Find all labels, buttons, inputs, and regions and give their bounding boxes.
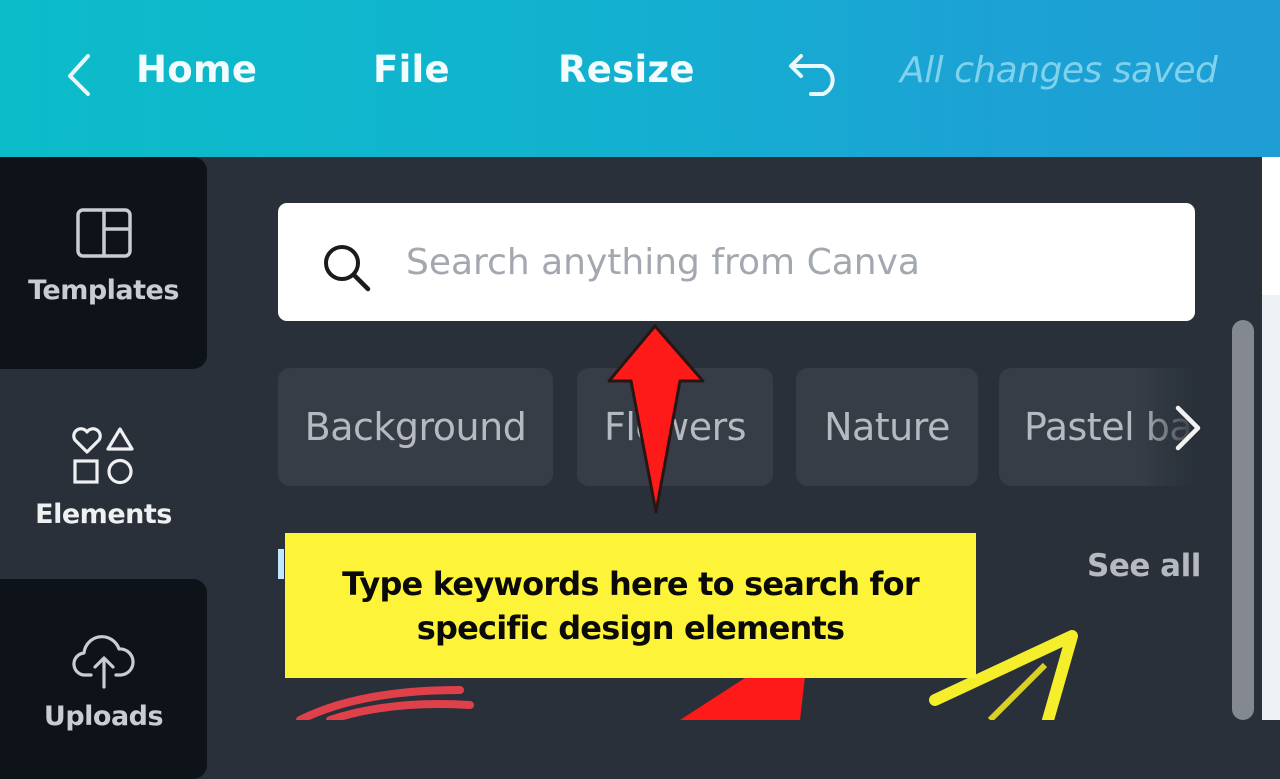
search-icon: [324, 245, 371, 292]
templates-layout-icon: [75, 208, 132, 258]
suggestion-chip-background[interactable]: Background: [278, 368, 553, 486]
sidebar-item-label: Templates: [28, 275, 179, 306]
cloud-upload-icon: [71, 635, 135, 689]
file-menu-button[interactable]: File: [373, 48, 450, 91]
chevron-right-icon[interactable]: [1168, 400, 1208, 456]
resize-button[interactable]: Resize: [558, 48, 695, 91]
shapes-icon: [71, 427, 134, 485]
sidebar-item-elements[interactable]: Elements: [0, 369, 207, 579]
suggestion-chip-nature[interactable]: Nature: [796, 368, 978, 486]
suggestion-chip-flowers[interactable]: Flowers: [577, 368, 773, 486]
see-all-link[interactable]: See all: [1087, 548, 1201, 584]
search-box[interactable]: [278, 203, 1195, 321]
panel-scrollbar[interactable]: [1232, 320, 1254, 720]
top-toolbar: Home File Resize All changes saved: [0, 0, 1280, 157]
sidebar-rail: Templates Elements Uploads: [0, 157, 207, 779]
section-title-fragment: [278, 549, 284, 579]
undo-icon[interactable]: [785, 48, 845, 98]
sidebar-item-uploads[interactable]: Uploads: [0, 579, 207, 779]
chevron-left-icon[interactable]: [60, 50, 100, 100]
sidebar-item-label: Uploads: [43, 701, 164, 732]
sidebar-item-templates[interactable]: Templates: [0, 157, 207, 369]
home-button[interactable]: Home: [136, 48, 257, 91]
search-input[interactable]: [406, 231, 1166, 293]
save-status: All changes saved: [900, 50, 1218, 91]
instruction-callout: Type keywords here to search for specifi…: [285, 533, 976, 678]
canvas-toolbar-edge: [1262, 157, 1280, 295]
sidebar-item-label: Elements: [35, 499, 172, 530]
